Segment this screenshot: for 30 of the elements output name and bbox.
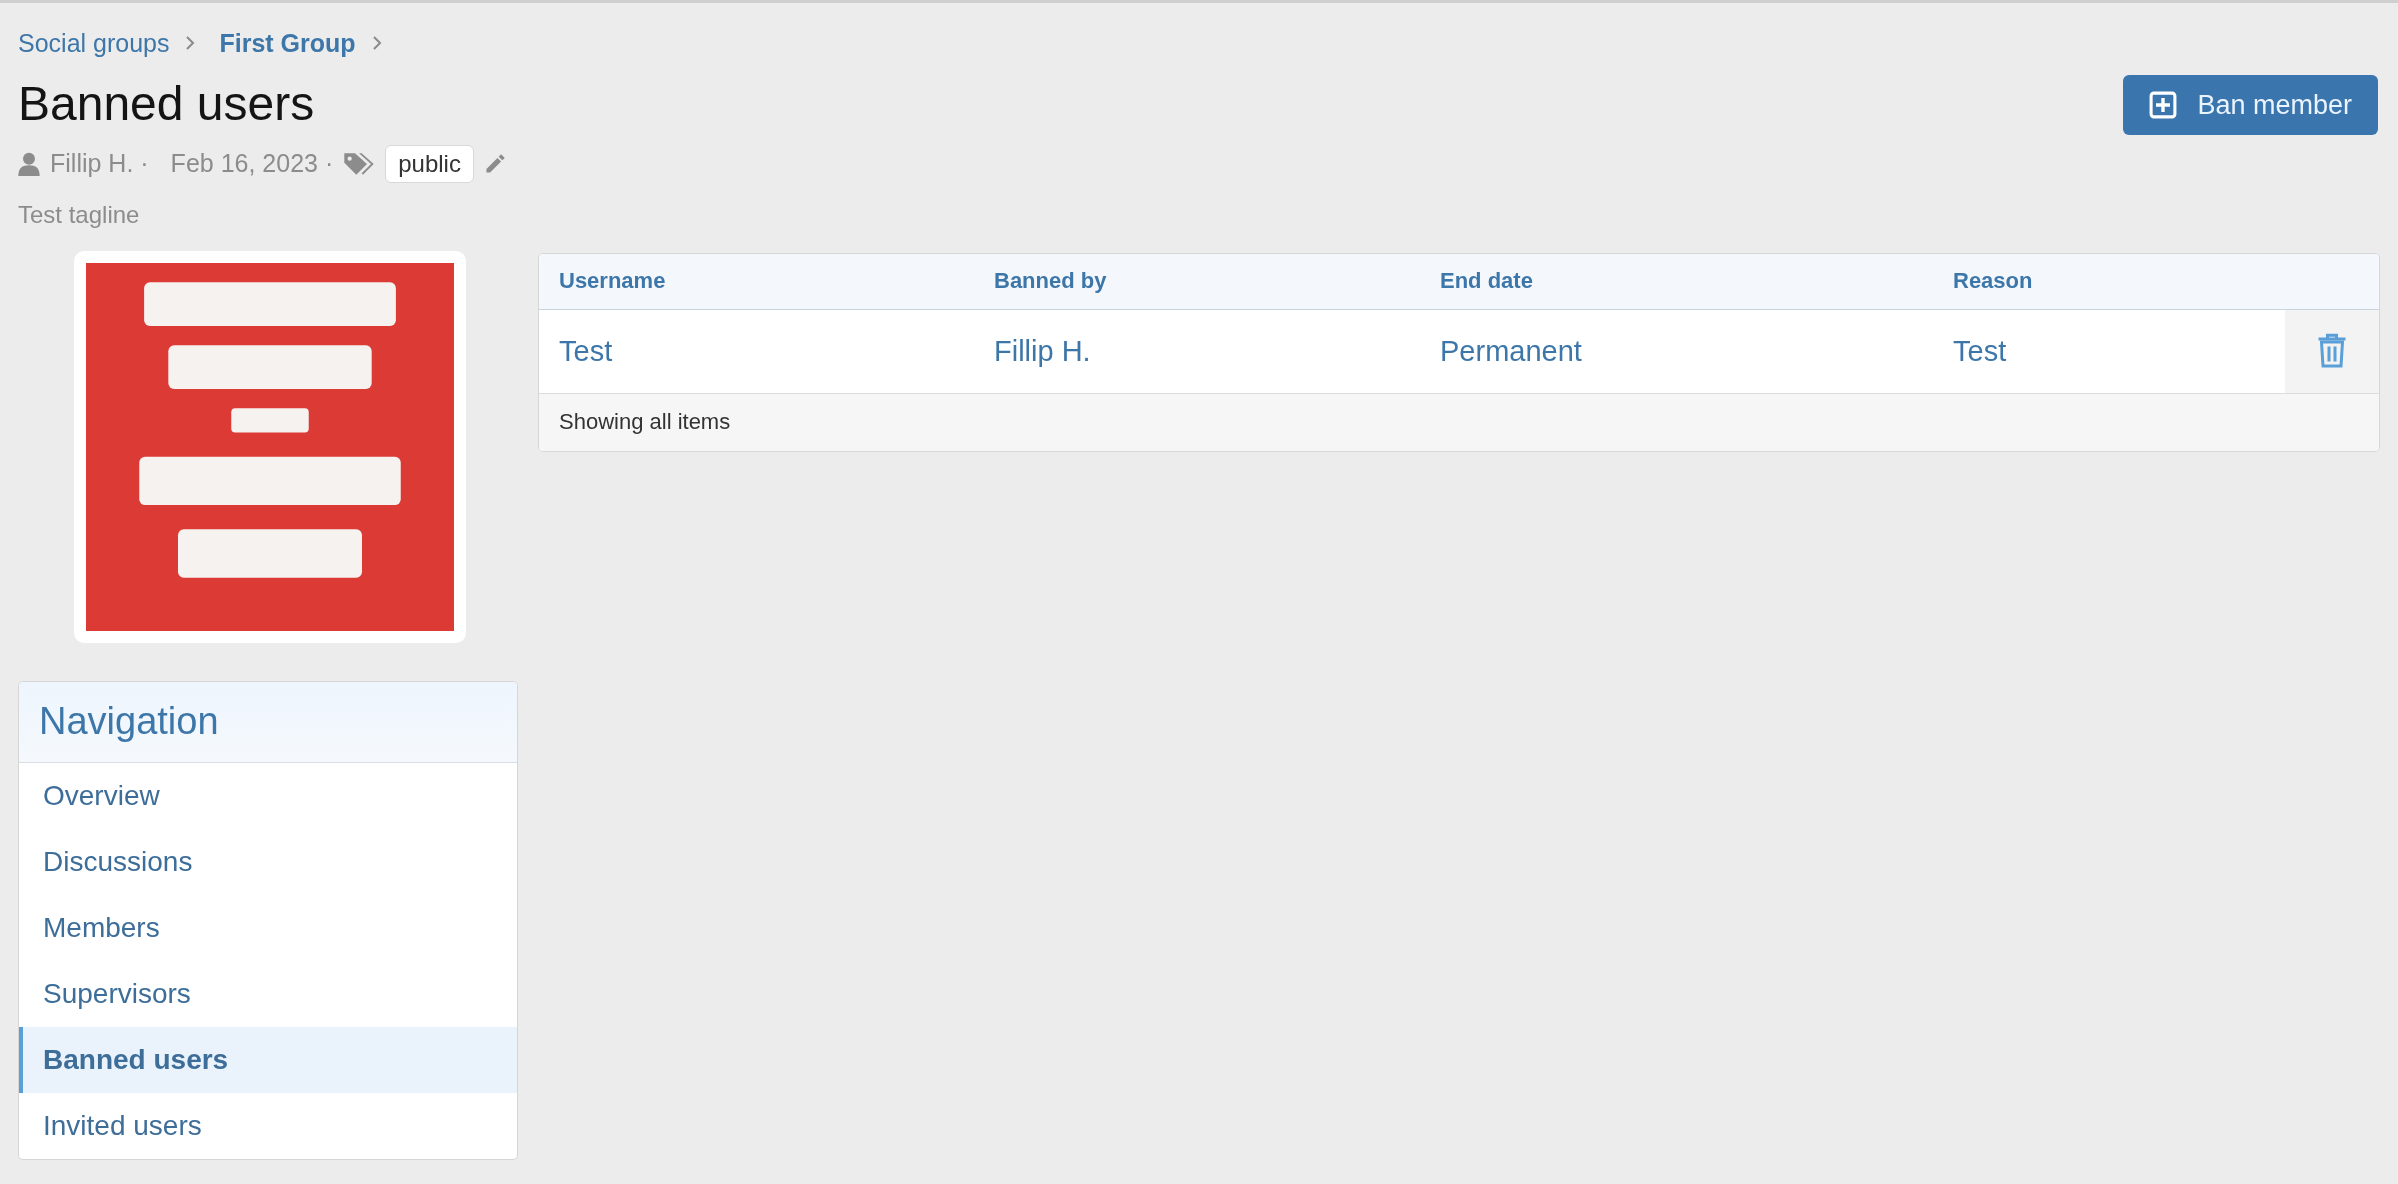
navigation-item[interactable]: Invited users <box>19 1092 517 1159</box>
tagline: Test tagline <box>18 200 141 229</box>
navigation-item[interactable]: Banned users <box>19 1026 517 1093</box>
author-name: Fillip H. · <box>50 149 149 179</box>
tags-icon <box>343 151 376 176</box>
table-cell-text: Test <box>558 334 614 368</box>
page-title: Banned users <box>18 76 316 132</box>
plus-square-icon <box>2149 91 2178 119</box>
table-cell-text: Permanent <box>1439 334 1583 368</box>
navigation-item[interactable]: Members <box>19 894 517 961</box>
trash-icon[interactable] <box>2317 333 2347 370</box>
table-footer: Showing all items <box>539 393 2379 451</box>
breadcrumb-link[interactable]: Social groups <box>18 28 170 58</box>
table-cell-text: Test <box>1952 334 2008 368</box>
column-header: Reason <box>1952 268 2034 295</box>
chevron-right-icon <box>185 35 196 51</box>
tag-chip[interactable]: public <box>385 144 474 183</box>
column-header: Username <box>558 268 667 295</box>
navigation-item[interactable]: Overview <box>19 762 517 829</box>
ban-member-button[interactable]: Ban member <box>2123 75 2378 135</box>
table-cell-text: Fillip H. <box>993 334 1092 368</box>
breadcrumb-link[interactable]: First Group <box>219 28 356 58</box>
column-header: End date <box>1439 268 1534 295</box>
column-header: Banned by <box>993 268 1108 295</box>
user-icon <box>18 151 40 176</box>
navigation-item[interactable]: Discussions <box>19 828 517 895</box>
post-date: Feb 16, 2023 · <box>170 149 334 179</box>
navigation-item[interactable]: Supervisors <box>19 960 517 1027</box>
navigation-title: Navigation <box>19 681 517 763</box>
chevron-right-icon <box>371 35 382 51</box>
